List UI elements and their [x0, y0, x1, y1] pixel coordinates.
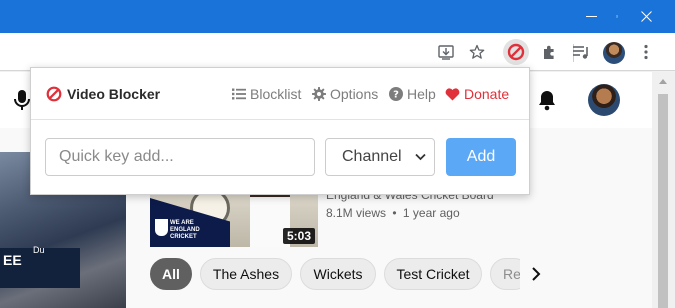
thumbnail-caption-line: WE ARE	[170, 220, 194, 226]
chip-wickets[interactable]: Wickets	[300, 258, 376, 290]
options-link[interactable]: Options	[312, 86, 378, 102]
ecb-crest-icon	[155, 219, 168, 236]
thumbnail-caption-line: ENGLAND	[170, 227, 200, 233]
youtube-account-avatar[interactable]	[588, 84, 620, 116]
video-meta: 8.1M views • 1 year ago	[326, 206, 460, 220]
heart-icon	[445, 87, 460, 100]
chevron-down-icon	[415, 153, 426, 161]
donate-link[interactable]: Donate	[445, 86, 509, 102]
donate-label: Donate	[464, 86, 510, 102]
scrollbar-thumb[interactable]	[658, 94, 668, 308]
gear-icon	[312, 87, 326, 101]
video-duration: 5:03	[282, 228, 315, 244]
bookmark-star-icon[interactable]	[466, 41, 488, 63]
extensions-puzzle-icon[interactable]	[538, 41, 560, 63]
notifications-bell-icon[interactable]	[536, 88, 558, 112]
block-type-select[interactable]: Channel	[325, 138, 435, 176]
chip-test-cricket[interactable]: Test Cricket	[384, 258, 482, 290]
close-icon[interactable]	[626, 0, 666, 33]
scroll-up-arrow-icon[interactable]	[659, 79, 667, 84]
hero-thumbnail-text: EE	[3, 252, 22, 268]
block-logo-icon	[46, 86, 62, 102]
thumbnail-caption-line: CRICKET	[170, 234, 197, 240]
profile-avatar[interactable]	[603, 42, 625, 64]
popup-brand: Video Blocker	[46, 86, 160, 102]
video-blocker-extension-icon[interactable]	[503, 39, 529, 65]
chip-the-ashes[interactable]: The Ashes	[200, 258, 292, 290]
upload-age: 1 year ago	[402, 206, 460, 220]
menu-kebab-icon[interactable]	[635, 41, 657, 63]
chips-next-chevron-icon[interactable]	[520, 258, 552, 290]
popup-header: Video Blocker Blocklist Options ? Help D…	[31, 68, 529, 120]
block-type-selected: Channel	[342, 148, 402, 165]
blocklist-label: Blocklist	[250, 86, 302, 102]
blocklist-link[interactable]: Blocklist	[232, 86, 301, 102]
help-link[interactable]: ? Help	[389, 86, 436, 102]
microphone-icon[interactable]	[12, 88, 32, 112]
page-scrollbar[interactable]	[652, 72, 675, 308]
video-blocker-popup: Video Blocker Blocklist Options ? Help D…	[30, 67, 530, 195]
help-question-icon: ?	[389, 87, 403, 101]
install-app-icon[interactable]	[435, 41, 457, 63]
window-title-bar	[0, 0, 675, 33]
popup-title: Video Blocker	[67, 86, 161, 102]
thumbnail-caption: WE ARE ENGLAND CRICKET	[170, 220, 200, 241]
add-button[interactable]: Add	[446, 138, 516, 176]
browser-toolbar	[0, 33, 675, 71]
media-controls-icon[interactable]	[570, 41, 592, 63]
meta-separator: •	[392, 206, 397, 220]
help-label: Help	[407, 86, 436, 102]
restore-icon[interactable]	[578, 0, 618, 33]
view-count: 8.1M views	[326, 206, 387, 220]
options-label: Options	[330, 86, 379, 102]
quick-key-input[interactable]	[45, 138, 315, 176]
hero-thumbnail-small-text: Du	[33, 245, 45, 255]
list-icon	[232, 88, 246, 100]
chip-all[interactable]: All	[150, 258, 192, 290]
svg-text:?: ?	[393, 90, 399, 101]
